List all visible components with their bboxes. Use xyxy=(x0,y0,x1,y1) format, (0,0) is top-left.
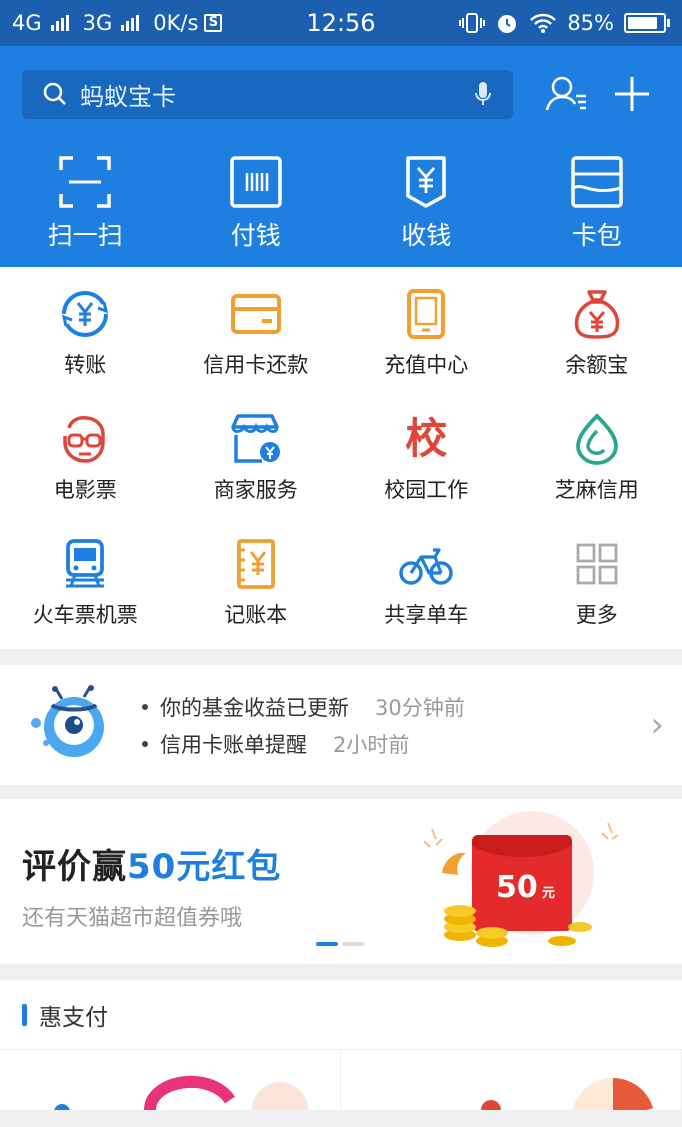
network-3g-label: 3G xyxy=(82,11,113,35)
quick-action-label: 付钱 xyxy=(230,221,281,250)
alarm-icon xyxy=(498,15,517,33)
add-button[interactable] xyxy=(605,66,660,122)
battery-icon xyxy=(624,13,670,33)
contacts-button[interactable] xyxy=(539,66,594,122)
grid-item-ledger[interactable]: 记账本 xyxy=(171,537,342,662)
grid-item-sesame-credit[interactable]: 芝麻信用 xyxy=(512,412,682,537)
notice-time: 30分钟前 xyxy=(375,695,465,720)
hui-card-right[interactable] xyxy=(341,1050,682,1110)
envelope-amount: 50 xyxy=(496,870,538,905)
grid-item-label: 余额宝 xyxy=(565,353,629,377)
bicycle-icon xyxy=(399,548,453,585)
movie-glasses-icon xyxy=(63,416,105,463)
grid-item-credit-card[interactable]: 信用卡还款 xyxy=(171,287,342,412)
search-placeholder: 蚂蚁宝卡 xyxy=(80,82,176,111)
train-icon xyxy=(66,539,105,588)
card-wallet-icon xyxy=(571,156,623,208)
grid-item-label: 更多 xyxy=(575,603,618,627)
pager-dot-active xyxy=(316,942,338,946)
envelope-unit: 元 xyxy=(542,886,555,901)
notice-text: 你的基金收益已更新 xyxy=(160,695,349,720)
quick-action-card-wallet[interactable]: 卡包 xyxy=(512,156,682,252)
more-grid-icon xyxy=(576,543,618,585)
quick-action-label: 卡包 xyxy=(571,221,622,250)
transfer-icon xyxy=(62,291,109,337)
plus-icon xyxy=(615,77,650,111)
grid-item-label: 记账本 xyxy=(224,603,288,627)
phone-recharge-icon xyxy=(407,289,446,339)
grid-item-yuebao[interactable]: 余额宝 xyxy=(512,287,682,412)
status-bar: 4G 3G 0K/s S 12:56 85% xyxy=(0,0,682,46)
grid-item-campus[interactable]: 校 校园工作 xyxy=(341,412,512,537)
chevron-right-icon: › xyxy=(650,705,664,745)
signal-icon xyxy=(50,15,69,31)
quick-action-label: 扫一扫 xyxy=(47,221,123,250)
hui-card-left[interactable] xyxy=(0,1050,341,1110)
ledger-icon xyxy=(236,539,275,589)
grid-item-recharge[interactable]: 充值中心 xyxy=(341,287,512,412)
barcode-pay-icon xyxy=(230,156,282,208)
red-envelope-icon: 50 元 xyxy=(423,811,619,947)
receive-money-icon xyxy=(406,156,446,208)
grid-item-label: 信用卡还款 xyxy=(203,353,309,377)
money-bag-icon xyxy=(574,290,619,339)
vibrate-icon xyxy=(459,13,486,33)
carousel-pager xyxy=(316,942,364,946)
scan-icon xyxy=(59,156,111,208)
hui-cards xyxy=(0,1050,682,1110)
notification-card[interactable]: 你的基金收益已更新 30分钟前 信用卡账单提醒 2小时前 › xyxy=(0,665,682,785)
notice-time: 2小时前 xyxy=(333,732,410,757)
ant-mascot-icon xyxy=(31,685,104,757)
microphone-icon[interactable] xyxy=(473,80,493,108)
quick-action-receive[interactable]: 收钱 xyxy=(341,156,512,252)
notice-text: 信用卡账单提醒 xyxy=(160,732,307,757)
sesame-credit-icon xyxy=(575,413,618,465)
section-header-hui: 惠支付 xyxy=(0,980,682,1050)
notice-item: 信用卡账单提醒 2小时前 xyxy=(142,725,650,762)
promo-art-icon xyxy=(481,1078,654,1110)
grid-item-bicycle[interactable]: 共享单车 xyxy=(341,537,512,662)
grid-item-merchant[interactable]: 商家服务 xyxy=(171,412,342,537)
grid-item-label: 火车票机票 xyxy=(32,603,138,627)
section-accent-bar xyxy=(22,1003,27,1026)
grid-item-label: 芝麻信用 xyxy=(554,478,639,502)
s-badge-icon: S xyxy=(204,14,223,32)
notice-item: 你的基金收益已更新 30分钟前 xyxy=(142,688,650,725)
campus-icon: 校 xyxy=(405,414,448,463)
battery-percent: 85% xyxy=(567,11,614,35)
grid-item-label: 电影票 xyxy=(53,478,117,502)
grid-item-transfer[interactable]: 转账 xyxy=(0,287,171,412)
service-grid: 转账 信用卡还款 充值中心 余额宝 电影票 商家服务 校 校园工作 芝麻信用 火… xyxy=(0,267,682,649)
network-speed: 0K/s xyxy=(153,11,199,35)
quick-actions: 扫一扫 付钱 收钱 卡包 xyxy=(0,156,682,252)
network-4g-label: 4G xyxy=(12,11,42,35)
promo-art-icon xyxy=(54,1075,308,1110)
pager-dot xyxy=(342,942,364,946)
grid-item-train[interactable]: 火车票机票 xyxy=(0,537,171,662)
grid-item-label: 充值中心 xyxy=(384,353,469,377)
contacts-icon xyxy=(545,76,586,111)
shop-icon xyxy=(231,414,280,463)
credit-card-icon xyxy=(230,294,281,334)
quick-action-scan[interactable]: 扫一扫 xyxy=(0,156,171,252)
grid-item-label: 商家服务 xyxy=(213,478,298,502)
signal-icon xyxy=(121,15,140,31)
grid-item-label: 转账 xyxy=(64,353,107,377)
grid-item-label: 校园工作 xyxy=(384,478,469,502)
grid-item-more[interactable]: 更多 xyxy=(512,537,682,662)
grid-item-movie[interactable]: 电影票 xyxy=(0,412,171,537)
quick-action-label: 收钱 xyxy=(401,221,452,250)
search-bar[interactable]: 蚂蚁宝卡 xyxy=(22,69,514,119)
section-title: 惠支付 xyxy=(39,1004,108,1031)
search-icon xyxy=(43,82,66,105)
promo-banner[interactable]: 评价赢50元红包 还有天猫超市超值券哦 50 元 xyxy=(0,799,682,964)
wifi-icon xyxy=(530,13,557,33)
header: 蚂蚁宝卡 扫一扫 付钱 收钱 卡包 xyxy=(0,46,682,267)
quick-action-pay[interactable]: 付钱 xyxy=(171,156,342,252)
grid-item-label: 共享单车 xyxy=(384,603,469,627)
